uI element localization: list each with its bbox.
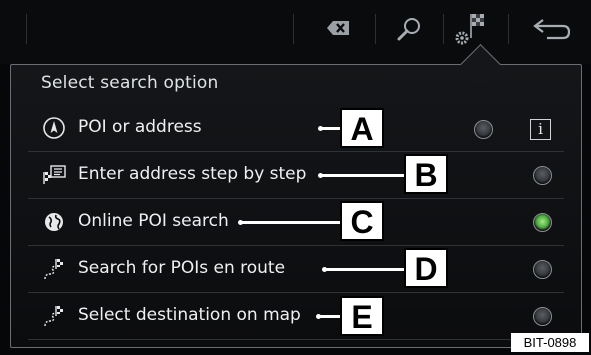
top-bar-divider: [26, 14, 27, 44]
option-radio-destination-on-map[interactable]: [533, 307, 552, 326]
callout-label: D: [404, 248, 448, 288]
option-address-step-by-step[interactable]: Enter address step by step: [28, 152, 564, 198]
address-flag-icon: [43, 165, 66, 184]
route-flag-icon: [44, 259, 63, 280]
globe-icon: [45, 213, 63, 231]
backspace-button[interactable]: [313, 8, 361, 52]
option-label: POI or address: [78, 117, 202, 137]
callout-leader: [240, 221, 342, 224]
figure-reference-code: BIT-0898: [511, 333, 589, 352]
callout-leader: [320, 174, 406, 177]
top-bar-divider: [293, 14, 294, 44]
callout-label: E: [340, 296, 384, 336]
back-button[interactable]: [527, 8, 575, 52]
option-label: Select destination on map: [78, 305, 301, 325]
callout-label: C: [340, 201, 384, 241]
option-radio-address-step-by-step[interactable]: [533, 166, 552, 185]
info-button[interactable]: i: [530, 119, 551, 140]
back-icon: [533, 19, 571, 40]
top-bar-divider: [443, 14, 444, 44]
callout-leader: [320, 127, 342, 130]
search-icon: [397, 18, 420, 41]
option-label: Search for POIs en route: [78, 258, 286, 278]
row-divider: [28, 339, 564, 340]
callout-label: A: [340, 108, 384, 148]
option-radio-poi-or-address[interactable]: [474, 120, 493, 139]
search-button[interactable]: [385, 8, 433, 52]
compass-icon: [43, 117, 65, 139]
settings-destination-icon: [455, 14, 484, 45]
callout-label: B: [404, 154, 448, 194]
settings-destination-button[interactable]: [449, 8, 497, 52]
option-radio-pois-en-route[interactable]: [533, 260, 552, 279]
callout-leader: [318, 315, 342, 318]
route-flag-icon: [44, 306, 63, 327]
top-bar: [0, 0, 591, 64]
infotainment-screen: Select search option POI or address i En…: [0, 0, 591, 355]
backspace-icon: [327, 21, 349, 35]
option-destination-on-map[interactable]: Select destination on map: [28, 293, 564, 339]
top-bar-divider: [375, 14, 376, 44]
option-label: Enter address step by step: [78, 164, 307, 184]
option-pois-en-route[interactable]: Search for POIs en route: [28, 246, 564, 292]
panel-title: Select search option: [41, 73, 219, 93]
callout-leader: [324, 268, 406, 271]
option-radio-online-poi-search[interactable]: [533, 213, 552, 232]
option-label: Online POI search: [78, 211, 229, 231]
top-bar-divider: [508, 14, 509, 44]
